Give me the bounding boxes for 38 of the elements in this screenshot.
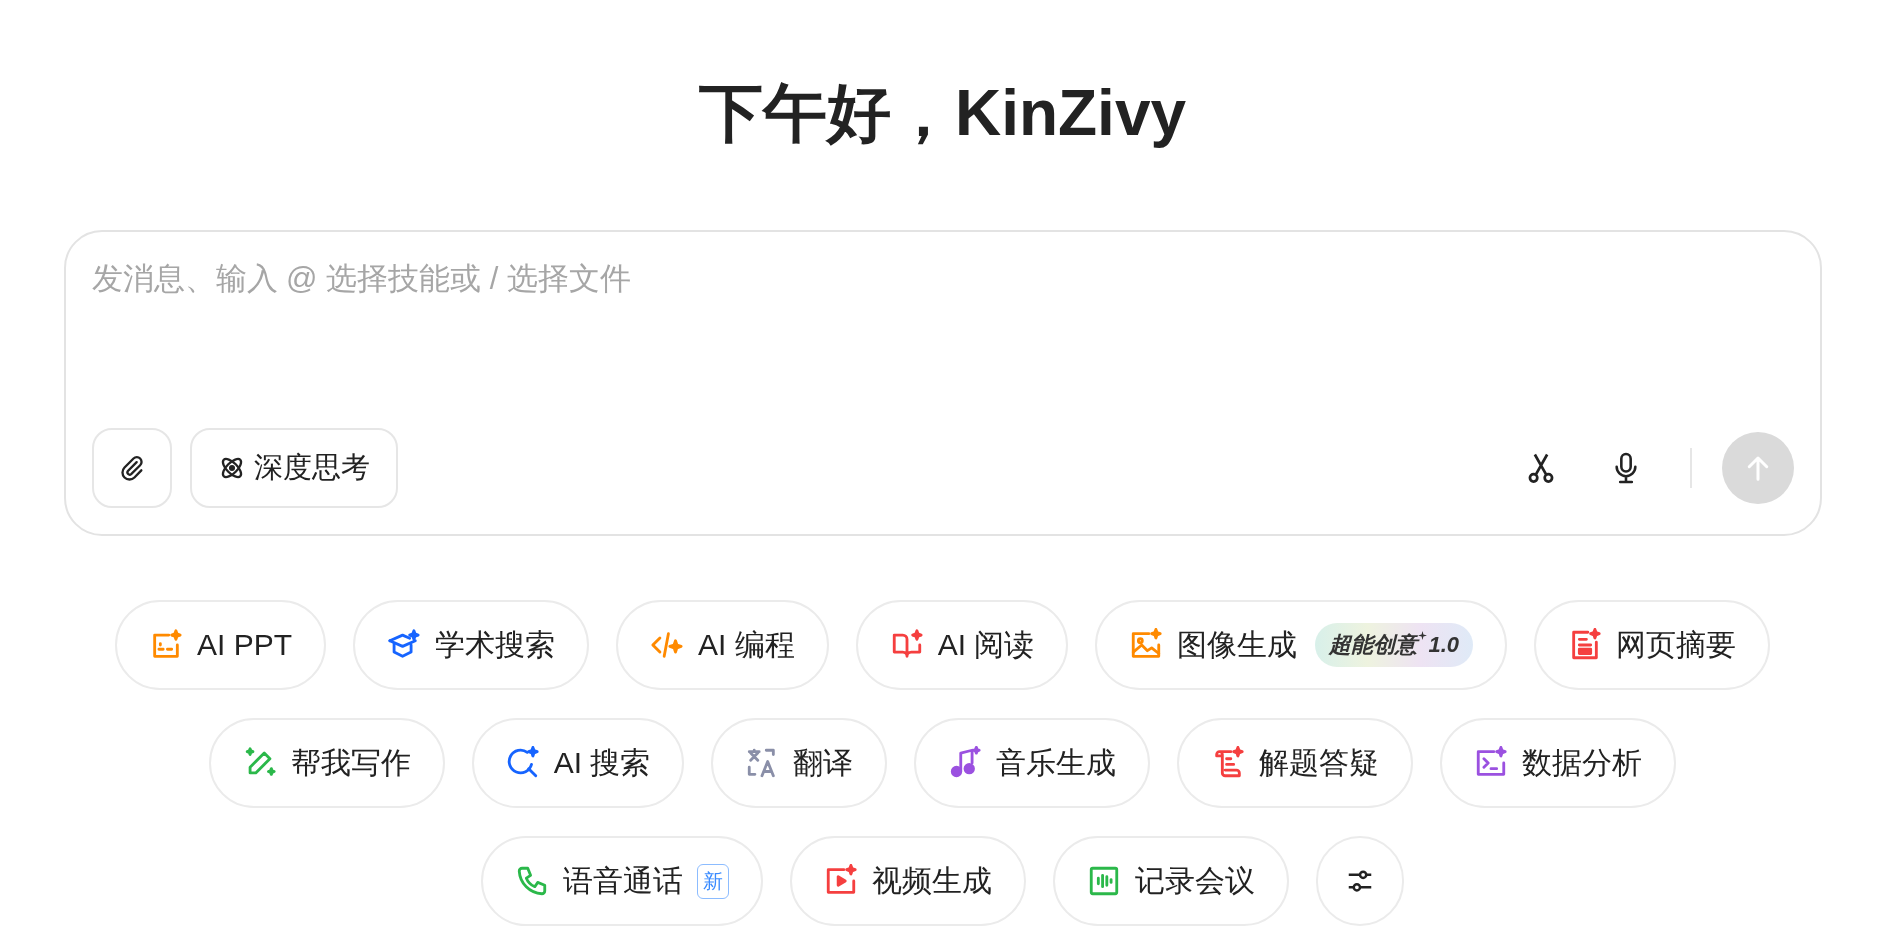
badge-text: 超能创意: [1329, 631, 1418, 659]
skill-label: 图像生成: [1177, 626, 1298, 663]
skill-chip[interactable]: AI 编程: [616, 600, 829, 690]
skill-label: AI PPT: [197, 628, 293, 662]
skill-label: 记录会议: [1135, 862, 1255, 899]
skill-label: 翻译: [793, 744, 854, 781]
greeting-title: 下午好，KinZivy: [698, 76, 1187, 151]
skill-chip[interactable]: 音乐生成: [914, 718, 1151, 808]
skill-label: AI 编程: [698, 626, 795, 663]
badge-version: 1.0: [1428, 632, 1459, 658]
skill-label: 学术搜索: [435, 626, 556, 663]
skill-chip[interactable]: 数据分析: [1440, 718, 1677, 808]
skill-chip[interactable]: 记录会议: [1053, 836, 1289, 926]
skill-chip[interactable]: 帮我写作: [208, 718, 445, 808]
message-input-field[interactable]: 发消息、输入 @ 选择技能或 / 选择文件 深度思考: [63, 230, 1822, 536]
skill-label: AI 搜索: [553, 744, 651, 781]
skill-chip[interactable]: 学术搜索: [353, 600, 590, 690]
skill-chip[interactable]: AI PPT: [115, 600, 327, 690]
skill-chip[interactable]: 解题答疑: [1177, 718, 1414, 808]
skill-chip[interactable]: 视频生成: [790, 836, 1026, 926]
skill-chip[interactable]: 网页摘要: [1534, 600, 1770, 690]
skill-chip[interactable]: 图像生成 超能创意 1.0: [1095, 600, 1507, 690]
skill-label: 视频生成: [872, 862, 992, 899]
skill-chip[interactable]: 翻译: [711, 718, 888, 808]
attach-button[interactable]: [91, 428, 172, 508]
skill-label: 数据分析: [1522, 744, 1643, 781]
skill-chip[interactable]: 语音通话 新: [481, 836, 763, 926]
skill-chip[interactable]: AI 阅读: [855, 600, 1069, 690]
skill-label: 语音通话: [563, 862, 683, 899]
skill-label: 音乐生成: [996, 744, 1117, 781]
skill-chip[interactable]: AI 搜索: [471, 718, 685, 808]
skill-label: 解题答疑: [1259, 744, 1380, 781]
skill-label: AI 阅读: [937, 626, 1035, 663]
new-tag: 新: [697, 863, 729, 899]
sparkle-icon: [1418, 631, 1428, 640]
skill-label: 帮我写作: [290, 744, 411, 781]
deep-think-toggle[interactable]: 深度思考: [189, 428, 398, 508]
skill-label: 网页摘要: [1616, 626, 1736, 663]
